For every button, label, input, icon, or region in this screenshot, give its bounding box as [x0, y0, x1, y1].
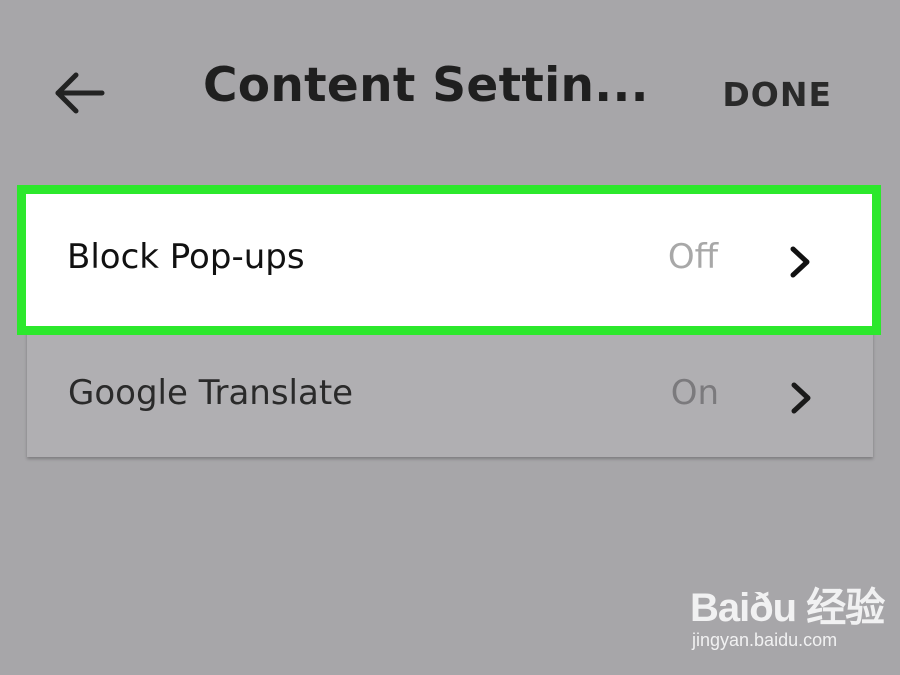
setting-value: Off	[667, 237, 718, 277]
setting-label: Block Pop-ups	[67, 237, 305, 277]
setting-value: On	[670, 373, 719, 413]
page-title: Content Settin...	[203, 58, 649, 113]
setting-row-block-popups[interactable]: Block Pop-ups Off	[17, 185, 881, 335]
watermark: Baiðu 经验 jingyan.baidu.com	[690, 575, 885, 660]
done-button[interactable]: DONE	[722, 75, 832, 114]
setting-label: Google Translate	[68, 373, 354, 413]
back-button[interactable]	[52, 66, 106, 120]
app-header: Content Settin... DONE	[0, 0, 900, 185]
arrow-left-icon	[55, 72, 105, 114]
watermark-logo: Baiðu 经验	[690, 586, 885, 630]
chevron-right-icon	[791, 382, 811, 414]
setting-row-google-translate[interactable]: Google Translate On	[27, 327, 873, 458]
settings-list: Block Pop-ups Off Google Translate On	[17, 185, 881, 458]
chevron-right-icon	[790, 246, 810, 278]
watermark-url: jingyan.baidu.com	[692, 630, 838, 650]
